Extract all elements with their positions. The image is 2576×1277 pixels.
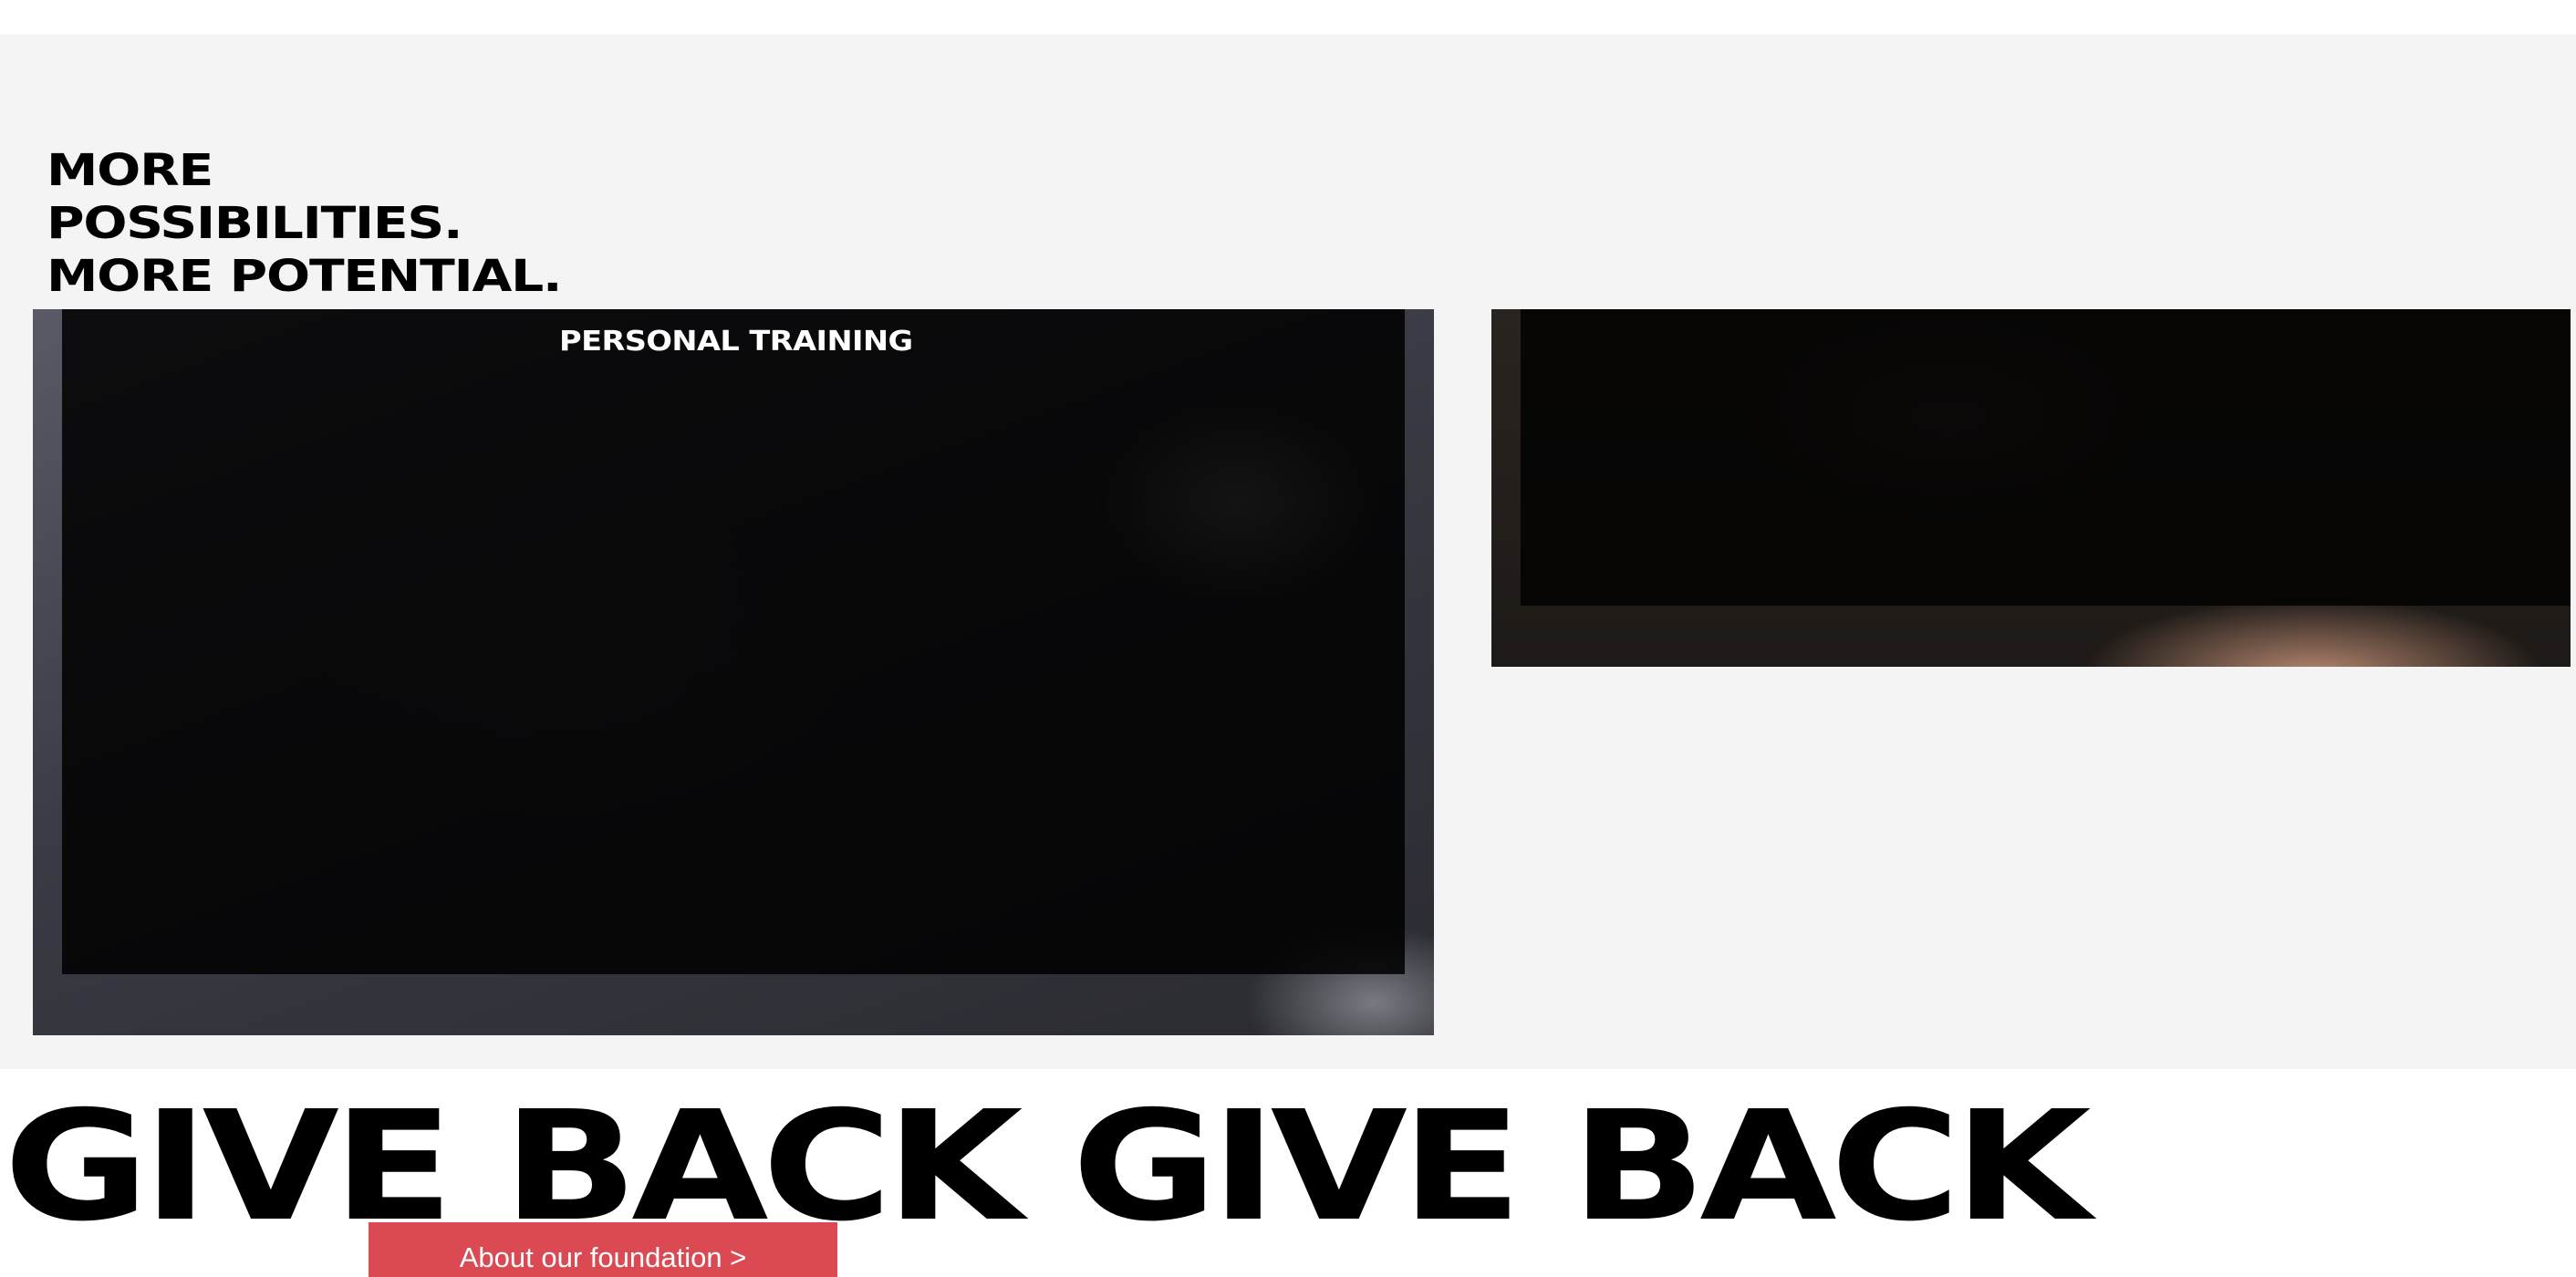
personal-training-label: PERSONAL TRAINING <box>559 326 913 358</box>
give-back-banner: GIVE BACK GIVE BACK <box>4 1079 2092 1255</box>
card-dark-overlay <box>1521 309 2571 606</box>
headline-line-2: POSSIBILITIES. <box>47 198 463 249</box>
headline-line-1: MORE <box>47 145 213 196</box>
program-card[interactable] <box>1491 309 2571 667</box>
personal-training-card[interactable]: PERSONAL TRAINING <box>33 309 1434 1035</box>
card-dark-overlay <box>62 309 1405 974</box>
section-headline: MORE POSSIBILITIES. MORE POTENTIAL. <box>47 144 563 303</box>
headline-line-3: MORE POTENTIAL. <box>47 251 563 302</box>
about-foundation-button[interactable]: About our foundation > <box>369 1222 837 1277</box>
